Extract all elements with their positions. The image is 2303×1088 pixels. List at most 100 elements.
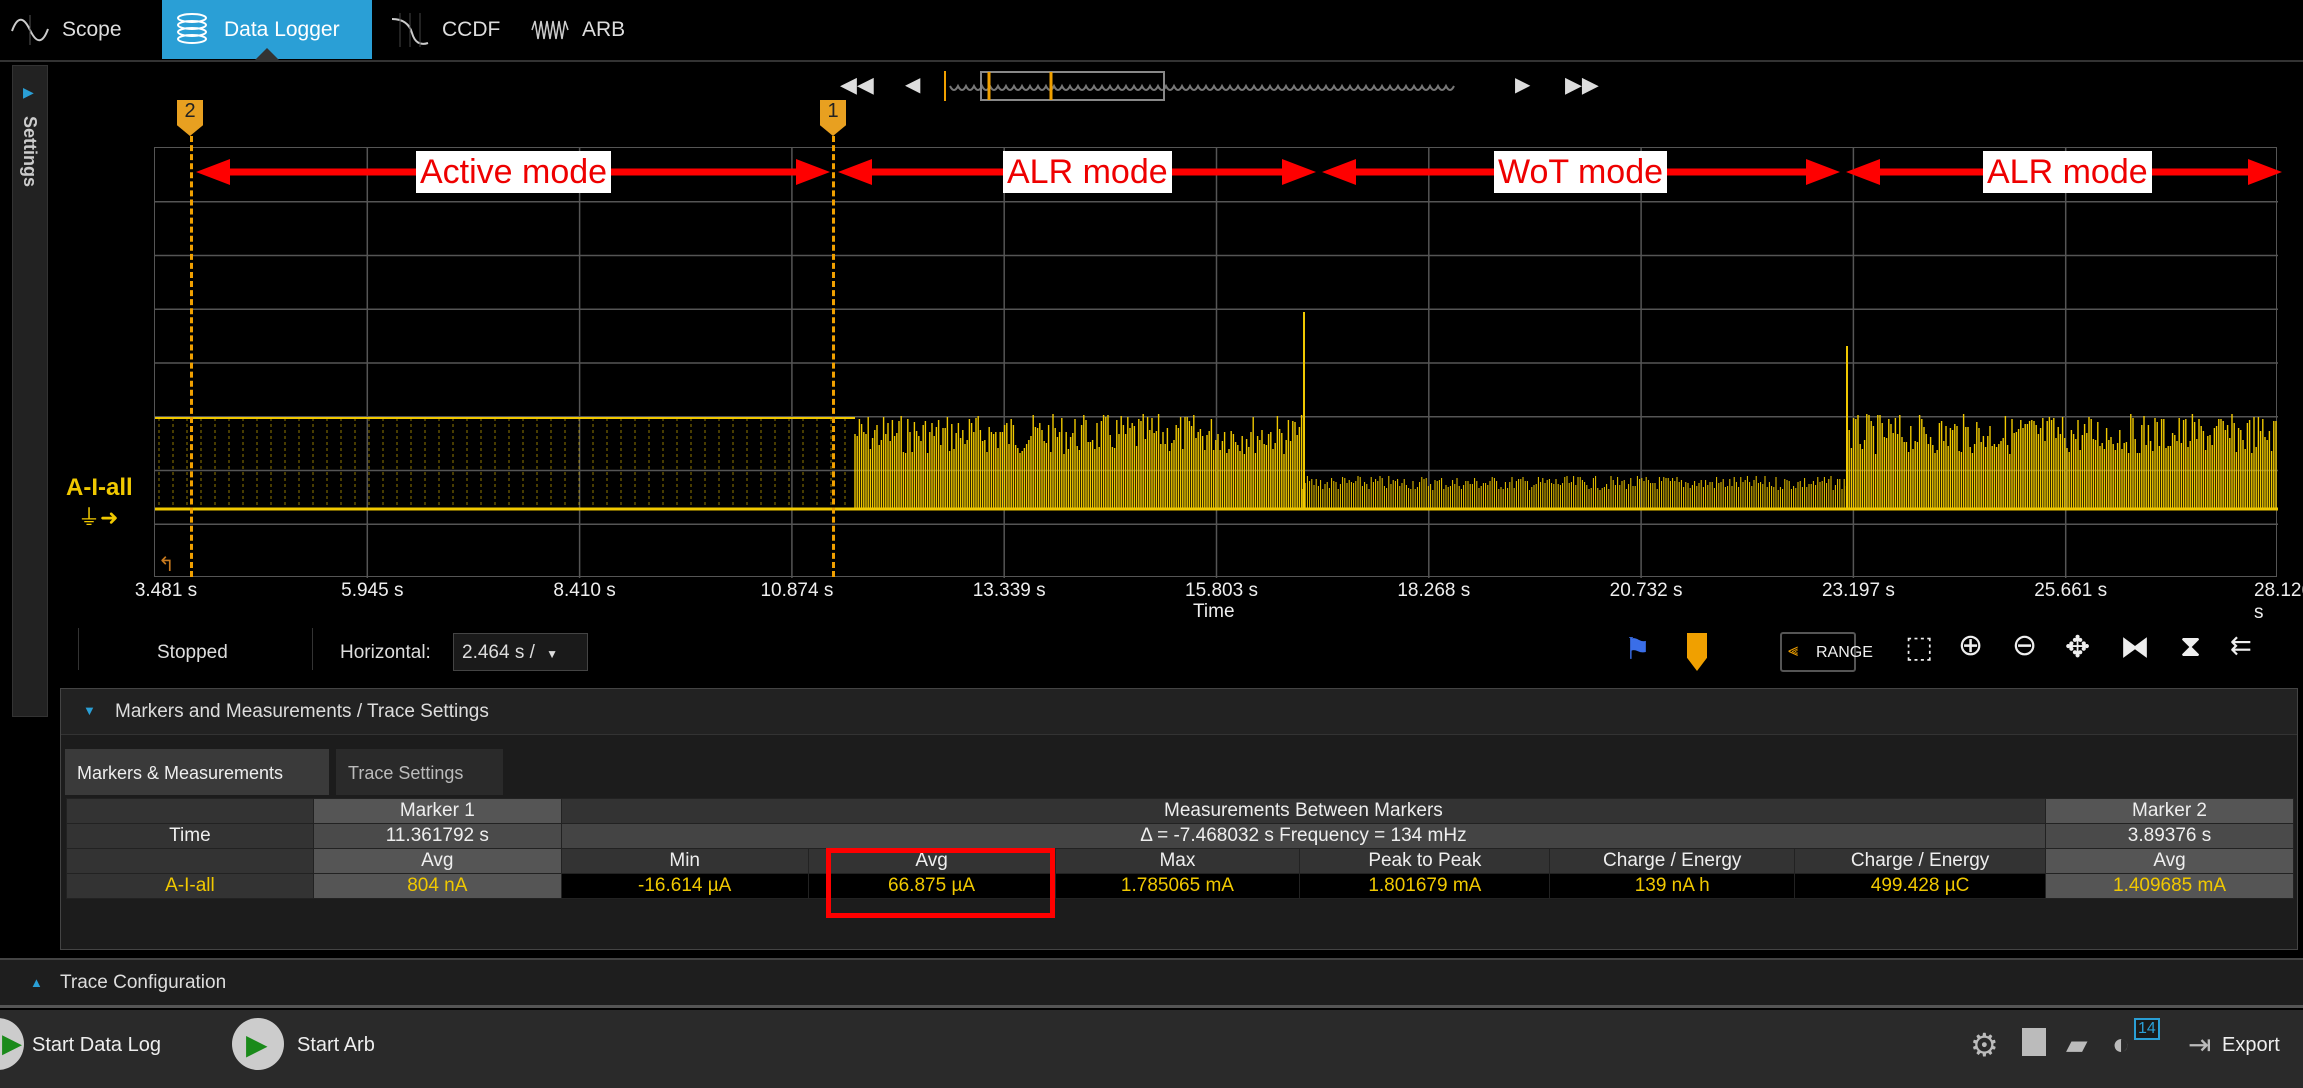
- highlight-box: [826, 848, 1055, 918]
- tab-trace-settings[interactable]: Trace Settings: [336, 749, 503, 795]
- x-tick-label: 8.410 s: [553, 580, 616, 601]
- x-axis-label: Time: [1193, 601, 1235, 622]
- col-header: Avg: [312, 848, 562, 874]
- start-arb-button[interactable]: ▶: [232, 1018, 284, 1070]
- tab-markers-measurements[interactable]: Markers & Measurements: [65, 749, 329, 795]
- panel-title: Markers and Measurements / Trace Setting…: [115, 701, 489, 722]
- x-tick-label: 15.803 s: [1185, 580, 1258, 601]
- start-data-log-button[interactable]: ▶: [0, 1018, 24, 1070]
- value-cell: 499.428 µC: [1794, 873, 2047, 899]
- annotation-alr-mode-2: ALR mode: [1983, 151, 2152, 193]
- autoscale-vertical-icon[interactable]: ⧗: [2180, 630, 2201, 664]
- chevron-down-icon: ▼: [546, 647, 559, 661]
- value-cell: 804 nA: [312, 873, 562, 899]
- ground-reference-icon[interactable]: ⏚➜: [78, 500, 118, 532]
- annotation-alr-mode: ALR mode: [1003, 151, 1172, 193]
- col-header: Max: [1054, 848, 1301, 874]
- trace-label: A-I-all: [66, 474, 133, 501]
- trace-configuration-header[interactable]: ▲ Trace Configuration: [0, 958, 2303, 1008]
- ccdf-icon: [391, 12, 429, 47]
- trace-wot-region: [1302, 476, 1847, 509]
- scroll-last-icon[interactable]: ▶▶: [1565, 72, 1599, 98]
- trace-waveform: [155, 148, 2278, 578]
- plot-area[interactable]: [154, 147, 2278, 578]
- tab-label: CCDF: [442, 17, 501, 41]
- export-icon[interactable]: ⇥: [2188, 1028, 2211, 1061]
- x-tick-label: 3.481 s: [134, 580, 198, 601]
- table-row: Marker 1 Measurements Between Markers Ma…: [66, 798, 2294, 824]
- tab-divider: [0, 60, 2303, 62]
- trace-active-pulses: [158, 418, 846, 509]
- save-icon[interactable]: [2022, 1028, 2046, 1056]
- notifications-icon[interactable]: ◐: [2112, 1028, 2130, 1062]
- scroll-to-end-icon[interactable]: ⇇: [2230, 630, 2252, 661]
- delta-frequency: Δ = -7.468032 s Frequency = 134 mHz: [560, 823, 2047, 849]
- horizontal-scale-dropdown[interactable]: 2.464 s / ▼: [453, 633, 588, 671]
- range-button[interactable]: ⫷ RANGE: [1780, 632, 1873, 672]
- x-tick-label: 20.732 s: [1609, 580, 1683, 601]
- col-header: Avg: [2045, 848, 2294, 874]
- value-cell: 139 nA h: [1549, 873, 1796, 899]
- tab-ccdf[interactable]: CCDF: [380, 0, 510, 59]
- start-arb-label[interactable]: Start Arb: [297, 1034, 375, 1057]
- divider: [312, 628, 313, 670]
- autoscale-all-icon[interactable]: ✥: [2065, 630, 2090, 665]
- zoom-box-icon[interactable]: ⬚: [1905, 630, 1933, 665]
- marker2-header: Marker 2: [2045, 798, 2294, 824]
- overview-window[interactable]: [980, 71, 1165, 101]
- col-header: Min: [560, 848, 809, 874]
- play-icon: ▶: [246, 1029, 268, 1060]
- marker2-time: 3.89376 s: [2045, 823, 2294, 849]
- col-header: Charge / Energy: [1549, 848, 1796, 874]
- x-tick-label: 5.945 s: [341, 580, 404, 601]
- scroll-next-icon[interactable]: ▶: [1515, 72, 1530, 97]
- value-cell: 1.409685 mA: [2045, 873, 2294, 899]
- bottom-bar: ▶ Start Data Log ▶ Start Arb ⚙ ▰ ◐ 14 ⇥ …: [0, 1010, 2303, 1088]
- play-icon: ▶: [2, 1028, 22, 1058]
- start-data-log-label[interactable]: Start Data Log: [32, 1034, 161, 1057]
- zoom-out-icon[interactable]: ⊖: [2012, 628, 2037, 663]
- marker-1-line[interactable]: [832, 136, 835, 577]
- trigger-return-icon[interactable]: ↰: [158, 552, 175, 577]
- range-label: RANGE: [1816, 644, 1873, 661]
- folder-icon[interactable]: ▰: [2066, 1028, 2088, 1061]
- x-tick-label: 18.268 s: [1397, 580, 1471, 601]
- marker-1-flag[interactable]: 1: [820, 100, 846, 136]
- marker1-header: Marker 1: [312, 798, 562, 824]
- table-row: A-I-all 804 nA -16.614 µA 66.875 µA 1.78…: [66, 873, 2294, 899]
- flag-icon[interactable]: ⚑: [1624, 632, 1651, 667]
- scroll-prev-icon[interactable]: ◀: [905, 72, 920, 97]
- x-tick-label: 10.874 s: [760, 580, 834, 601]
- gear-icon[interactable]: ⚙: [1970, 1026, 1999, 1064]
- add-marker-icon[interactable]: [1687, 633, 1707, 671]
- autoscale-horizontal-icon[interactable]: ⧓: [2120, 630, 2150, 665]
- value-cell: 1.801679 mA: [1299, 873, 1551, 899]
- overview-navigator[interactable]: [940, 68, 1460, 108]
- marker-2-line[interactable]: [190, 136, 193, 577]
- tab-arb[interactable]: ARB: [520, 0, 640, 59]
- sine-icon: [11, 14, 49, 45]
- table-cell: [66, 798, 314, 824]
- annotation-wot-mode: WoT mode: [1494, 151, 1668, 193]
- horizontal-scale-value: 2.464 s /: [462, 642, 535, 663]
- x-tick-label: 28.126 s: [2253, 580, 2303, 623]
- marker1-time: 11.361792 s: [312, 823, 562, 849]
- divider: [78, 628, 79, 670]
- measurements-table: Marker 1 Measurements Between Markers Ma…: [66, 798, 2294, 899]
- zoom-in-icon[interactable]: ⊕: [1958, 628, 1983, 663]
- trace-alr-region-2: [1846, 414, 2277, 509]
- trace-alr-region: [854, 414, 1303, 509]
- tab-scope[interactable]: Scope: [0, 0, 155, 59]
- between-header: Measurements Between Markers: [560, 798, 2047, 824]
- scroll-first-icon[interactable]: ◀◀: [840, 72, 874, 98]
- panel-header[interactable]: ▼ Markers and Measurements / Trace Setti…: [61, 689, 2297, 735]
- arb-waveform-icon: [531, 20, 569, 39]
- tab-label: Scope: [62, 17, 122, 41]
- table-cell: [66, 848, 314, 874]
- marker-2-flag[interactable]: 2: [177, 100, 203, 136]
- value-cell: -16.614 µA: [560, 873, 809, 899]
- value-cell: 1.785065 mA: [1054, 873, 1301, 899]
- horizontal-label: Horizontal:: [340, 642, 431, 663]
- export-label[interactable]: Export: [2222, 1034, 2280, 1057]
- tab-label: Data Logger: [224, 17, 340, 41]
